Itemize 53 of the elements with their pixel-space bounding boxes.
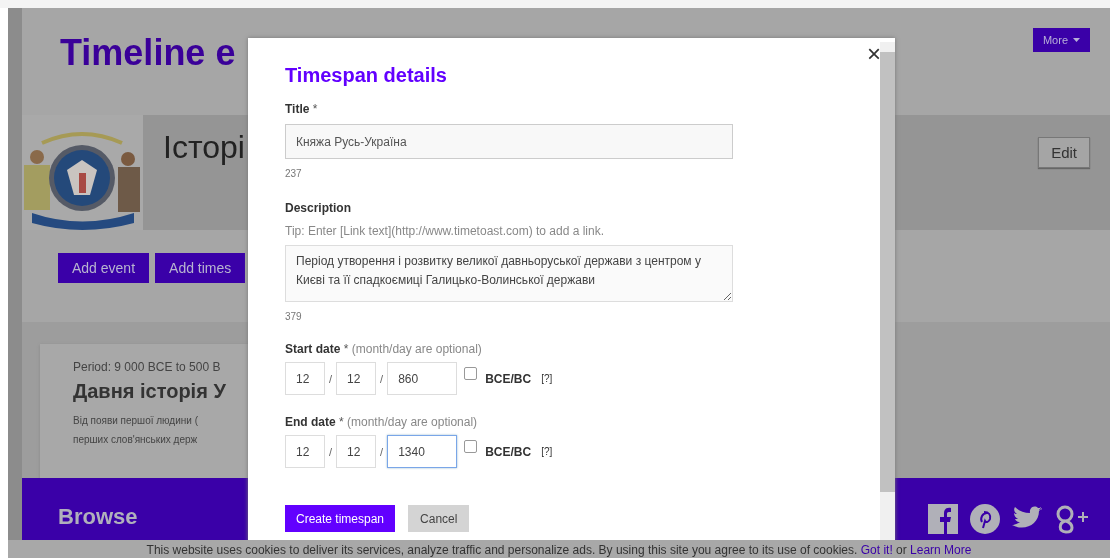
date-separator: / — [329, 445, 333, 458]
date-separator: / — [380, 445, 384, 458]
card-text: Від появи першої людини ( — [73, 414, 198, 428]
tip-text: Tip: Enter [Link text](http://www.timetoast.com) to add a link. — [285, 224, 605, 238]
timeline-title: Історі — [163, 129, 245, 166]
cancel-button[interactable]: Cancel — [408, 505, 470, 532]
more-button[interactable]: More — [1032, 28, 1090, 52]
got-it-link[interactable]: Got it! — [860, 543, 893, 557]
scrollbar[interactable] — [880, 42, 895, 542]
caret-icon — [1073, 38, 1080, 42]
checkbox[interactable] — [464, 367, 478, 380]
date-separator: / — [380, 372, 384, 385]
action-button[interactable]: Add times — [155, 253, 246, 283]
hint-text: (month/day are optional) — [347, 415, 478, 429]
required-mark: * — [339, 415, 344, 429]
help-link[interactable]: [?] — [541, 446, 553, 457]
character-count: 379 — [285, 311, 303, 322]
title-field[interactable]: Княжа Русь-Україна — [285, 124, 733, 159]
year-field[interactable]: 1340 — [387, 435, 458, 468]
field-label: Title — [285, 102, 310, 116]
learn-more-link[interactable]: Learn More — [910, 543, 972, 557]
dialog-title: Timespan details — [285, 64, 448, 87]
checkbox[interactable] — [464, 440, 478, 453]
site-heading: Timeline e — [60, 32, 236, 74]
browse-heading: Browse — [58, 504, 138, 530]
description-field[interactable]: Період утворення і розвитку великої давньоруської держави з центром у Києві та її спадкоємиці Галицько-Волинської держави — [285, 245, 733, 302]
checkbox-label: BCE/BC — [485, 444, 532, 459]
period-text: Period: 9 000 BCE to 500 B — [73, 360, 222, 374]
google-plus-icon[interactable] — [1054, 504, 1090, 534]
edit-button[interactable]: Edit — [1038, 137, 1090, 168]
card-text: перших слов'янських держ — [73, 433, 198, 447]
pinterest-icon[interactable] — [970, 504, 1000, 534]
close-button[interactable]: × — [867, 40, 881, 68]
month-field[interactable]: 12 — [285, 362, 325, 395]
cookie-notice: This website uses cookies to deliver its services, analyze traffic and personalize ads. By using this site you agree to its use of cookies. Got it! or Learn More — [146, 543, 972, 557]
year-field[interactable]: 860 — [387, 362, 458, 395]
hint-text: (month/day are optional) — [351, 342, 482, 356]
required-mark: * — [312, 102, 318, 116]
required-mark: * — [343, 342, 349, 356]
character-count: 237 — [285, 168, 303, 179]
field-label: Start date — [285, 342, 341, 356]
day-field[interactable]: 12 — [336, 362, 377, 395]
checkbox-label: BCE/BC — [485, 371, 532, 386]
help-link[interactable]: [?] — [541, 373, 553, 384]
create-button[interactable]: Create timespan — [285, 505, 396, 532]
field-label: Description — [285, 201, 351, 215]
facebook-icon[interactable] — [928, 504, 958, 534]
month-field[interactable]: 12 — [285, 435, 325, 468]
field-label: End date — [285, 415, 336, 429]
card-title: Давня історія У — [73, 380, 227, 403]
action-button[interactable]: Add event — [58, 253, 150, 283]
date-separator: / — [329, 372, 333, 385]
day-field[interactable]: 12 — [336, 435, 377, 468]
